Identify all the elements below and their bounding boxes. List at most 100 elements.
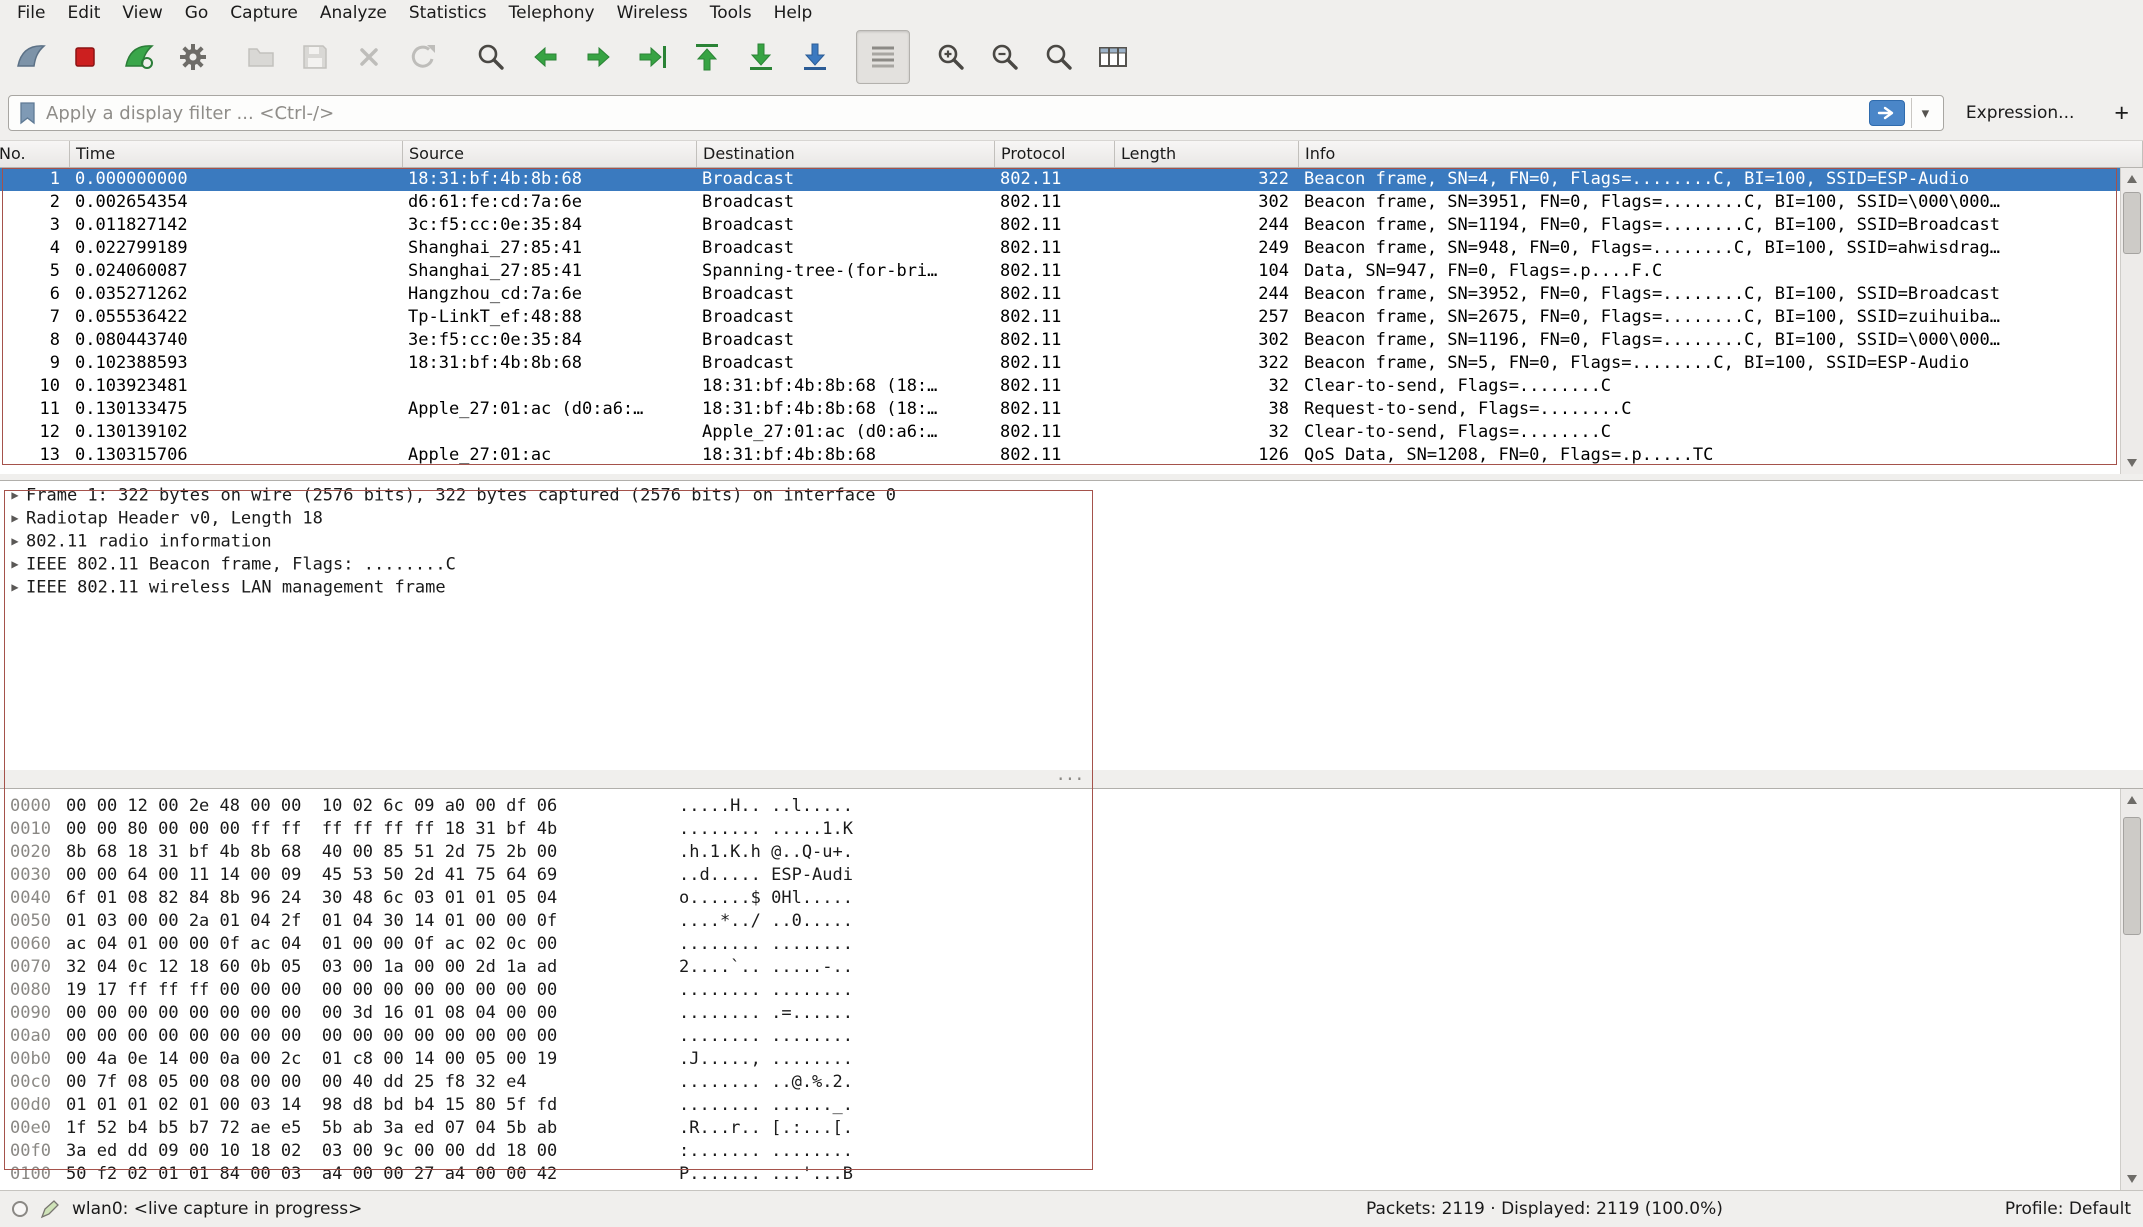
packet-protocol: 802.11 xyxy=(995,237,1115,260)
hex-row[interactable]: 00c000 7f 08 05 00 08 00 00 00 40 dd 25 … xyxy=(0,1071,2143,1094)
hex-row[interactable]: 007032 04 0c 12 18 60 0b 05 03 00 1a 00 … xyxy=(0,956,2143,979)
column-header-length[interactable]: Length xyxy=(1115,141,1299,167)
go-forward-button[interactable] xyxy=(572,30,626,84)
zoom-in-button[interactable] xyxy=(924,30,978,84)
scrollbar-thumb[interactable] xyxy=(2123,192,2141,254)
menu-item[interactable]: Wireless xyxy=(606,0,699,26)
hex-row[interactable]: 005001 03 00 00 2a 01 04 2f 01 04 30 14 … xyxy=(0,910,2143,933)
scroll-down-button[interactable] xyxy=(2121,1168,2143,1190)
add-filter-button[interactable]: + xyxy=(2114,101,2129,126)
filter-text-field[interactable] xyxy=(46,103,1863,124)
details-hex-splitter[interactable]: ··· xyxy=(0,770,2143,788)
hex-pane-scrollbar[interactable] xyxy=(2120,789,2143,1190)
column-header-protocol[interactable]: Protocol xyxy=(995,141,1115,167)
restart-capture-button[interactable] xyxy=(112,30,166,84)
expression-button[interactable]: Expression... xyxy=(1956,103,2085,123)
packet-row[interactable]: 10 0.103923481 18:31:bf:4b:8b:68 (18:… 8… xyxy=(0,375,2120,398)
detail-line[interactable]: ▶IEEE 802.11 wireless LAN management fra… xyxy=(0,576,2143,599)
save-file-button[interactable] xyxy=(288,30,342,84)
menu-item[interactable]: Analyze xyxy=(309,0,398,26)
go-first-packet-button[interactable] xyxy=(680,30,734,84)
close-file-button[interactable] xyxy=(342,30,396,84)
hex-row[interactable]: 003000 00 64 00 11 14 00 09 45 53 50 2d … xyxy=(0,864,2143,887)
detail-line[interactable]: ▶802.11 radio information xyxy=(0,530,2143,553)
scroll-up-button[interactable] xyxy=(2121,789,2143,811)
hex-row[interactable]: 000000 00 12 00 2e 48 00 00 10 02 6c 09 … xyxy=(0,795,2143,818)
packet-row[interactable]: 7 0.055536422 Tp-LinkT_ef:48:88 Broadcas… xyxy=(0,306,2120,329)
resize-columns-button[interactable] xyxy=(1086,30,1140,84)
arrow-left-icon xyxy=(529,41,561,73)
packet-row[interactable]: 2 0.002654354 d6:61:fe:cd:7a:6e Broadcas… xyxy=(0,191,2120,214)
open-file-button[interactable] xyxy=(234,30,288,84)
column-header-source[interactable]: Source xyxy=(403,141,697,167)
auto-scroll-toggle-button[interactable] xyxy=(788,30,842,84)
packet-list-scrollbar[interactable] xyxy=(2120,168,2143,474)
packet-no: 4 xyxy=(0,237,70,260)
hex-row[interactable]: 00a000 00 00 00 00 00 00 00 00 00 00 00 … xyxy=(0,1025,2143,1048)
hex-row[interactable]: 00f03a ed dd 09 00 10 18 02 03 00 9c 00 … xyxy=(0,1140,2143,1163)
packet-row[interactable]: 8 0.080443740 3e:f5:cc:0e:35:84 Broadcas… xyxy=(0,329,2120,352)
expand-arrow-icon[interactable]: ▶ xyxy=(4,507,26,530)
go-last-packet-button[interactable] xyxy=(734,30,788,84)
menu-item[interactable]: Help xyxy=(763,0,824,26)
column-header-destination[interactable]: Destination xyxy=(697,141,995,167)
menu-item[interactable]: Go xyxy=(174,0,220,26)
detail-line[interactable]: ▶IEEE 802.11 Beacon frame, Flags: ......… xyxy=(0,553,2143,576)
menu-item[interactable]: Tools xyxy=(699,0,763,26)
menu-item[interactable]: View xyxy=(111,0,173,26)
zoom-out-button[interactable] xyxy=(978,30,1032,84)
packet-row[interactable]: 9 0.102388593 18:31:bf:4b:8b:68 Broadcas… xyxy=(0,352,2120,375)
scroll-up-button[interactable] xyxy=(2121,168,2143,190)
menu-item[interactable]: Capture xyxy=(219,0,309,26)
zoom-original-button[interactable] xyxy=(1032,30,1086,84)
profile-selector[interactable]: Profile: Default xyxy=(2005,1199,2131,1219)
capture-options-button[interactable] xyxy=(166,30,220,84)
packet-row[interactable]: 6 0.035271262 Hangzhou_cd:7a:6e Broadcas… xyxy=(0,283,2120,306)
stop-capture-button[interactable] xyxy=(58,30,112,84)
find-packet-button[interactable] xyxy=(464,30,518,84)
expand-arrow-icon[interactable]: ▶ xyxy=(4,484,26,507)
go-to-packet-button[interactable] xyxy=(626,30,680,84)
detail-text: IEEE 802.11 Beacon frame, Flags: .......… xyxy=(26,555,456,575)
menu-item[interactable]: Edit xyxy=(56,0,111,26)
apply-filter-button[interactable] xyxy=(1869,100,1905,126)
column-header-no[interactable]: No. xyxy=(0,141,70,167)
detail-line[interactable]: ▶Radiotap Header v0, Length 18 xyxy=(0,507,2143,530)
reload-file-button[interactable] xyxy=(396,30,450,84)
packet-row[interactable]: 1 0.000000000 18:31:bf:4b:8b:68 Broadcas… xyxy=(0,168,2120,191)
packet-row[interactable]: 5 0.024060087 Shanghai_27:85:41 Spanning… xyxy=(0,260,2120,283)
packet-row[interactable]: 12 0.130139102 Apple_27:01:ac (d0:a6:… 8… xyxy=(0,421,2120,444)
capture-comment-pencil-icon[interactable] xyxy=(40,1199,60,1219)
hex-row[interactable]: 00e01f 52 b4 b5 b7 72 ae e5 5b ab 3a ed … xyxy=(0,1117,2143,1140)
packet-row[interactable]: 13 0.130315706 Apple_27:01:ac 18:31:bf:4… xyxy=(0,444,2120,467)
expand-arrow-icon[interactable]: ▶ xyxy=(4,530,26,553)
column-header-time[interactable]: Time xyxy=(70,141,403,167)
expand-arrow-icon[interactable]: ▶ xyxy=(4,553,26,576)
detail-line[interactable]: ▶Frame 1: 322 bytes on wire (2576 bits),… xyxy=(0,484,2143,507)
colorize-toggle-button[interactable] xyxy=(856,30,910,84)
hex-row[interactable]: 00b000 4a 0e 14 00 0a 00 2c 01 c8 00 14 … xyxy=(0,1048,2143,1071)
hex-row[interactable]: 00d001 01 01 02 01 00 03 14 98 d8 bd b4 … xyxy=(0,1094,2143,1117)
go-back-button[interactable] xyxy=(518,30,572,84)
scroll-down-button[interactable] xyxy=(2121,452,2143,474)
filter-history-dropdown[interactable]: ▾ xyxy=(1911,98,1939,128)
packet-row[interactable]: 3 0.011827142 3c:f5:cc:0e:35:84 Broadcas… xyxy=(0,214,2120,237)
expand-arrow-icon[interactable]: ▶ xyxy=(4,576,26,599)
hex-row[interactable]: 010050 f2 02 01 01 84 00 03 a4 00 00 27 … xyxy=(0,1163,2143,1186)
start-capture-button[interactable] xyxy=(4,30,58,84)
menu-item[interactable]: Statistics xyxy=(398,0,498,26)
packet-row[interactable]: 11 0.130133475 Apple_27:01:ac (d0:a6:… 1… xyxy=(0,398,2120,421)
column-header-info[interactable]: Info xyxy=(1299,141,2143,167)
expert-info-icon[interactable] xyxy=(12,1201,28,1217)
hex-row[interactable]: 0060ac 04 01 00 00 0f ac 04 01 00 00 0f … xyxy=(0,933,2143,956)
hex-row[interactable]: 008019 17 ff ff ff 00 00 00 00 00 00 00 … xyxy=(0,979,2143,1002)
packet-row[interactable]: 4 0.022799189 Shanghai_27:85:41 Broadcas… xyxy=(0,237,2120,260)
menu-item[interactable]: File xyxy=(6,0,56,26)
hex-row[interactable]: 001000 00 80 00 00 00 ff ff ff ff ff ff … xyxy=(0,818,2143,841)
display-filter-input[interactable]: ▾ xyxy=(8,95,1944,131)
menu-item[interactable]: Telephony xyxy=(498,0,606,26)
hex-row[interactable]: 00406f 01 08 82 84 8b 96 24 30 48 6c 03 … xyxy=(0,887,2143,910)
scrollbar-thumb[interactable] xyxy=(2123,817,2141,935)
hex-row[interactable]: 009000 00 00 00 00 00 00 00 00 3d 16 01 … xyxy=(0,1002,2143,1025)
hex-row[interactable]: 00208b 68 18 31 bf 4b 8b 68 40 00 85 51 … xyxy=(0,841,2143,864)
